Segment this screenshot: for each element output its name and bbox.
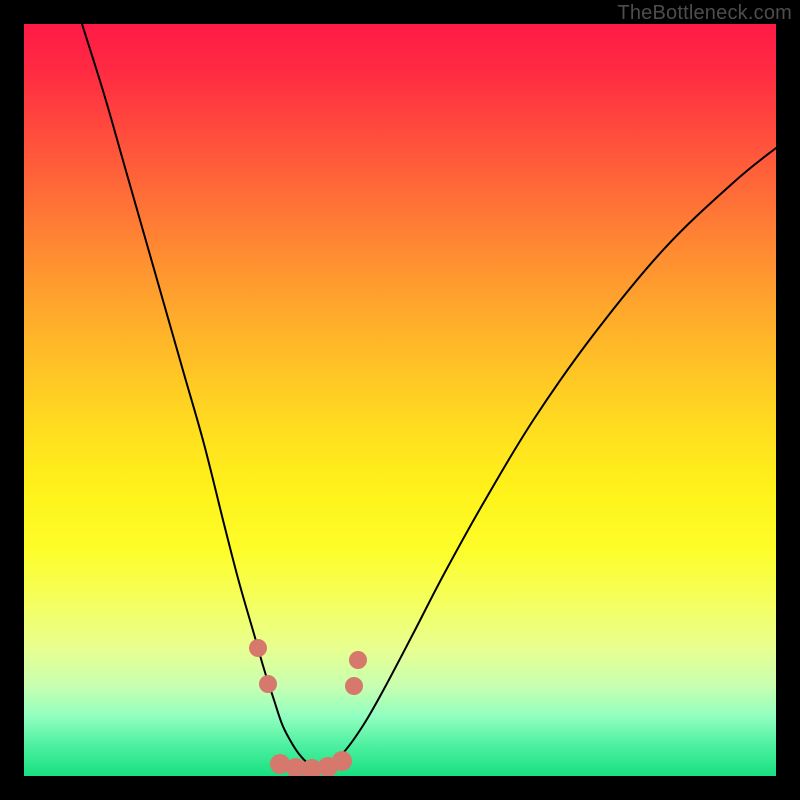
right-dot-upper [349, 651, 367, 669]
left-dot-upper [249, 639, 267, 657]
left-dot-lower [259, 675, 277, 693]
floor-dot-5 [332, 751, 352, 771]
chart-plot-area [24, 24, 776, 776]
curve-markers [249, 639, 367, 776]
watermark-text: TheBottleneck.com [617, 2, 792, 25]
right-dot-lower [345, 677, 363, 695]
bottleneck-curve [82, 24, 776, 768]
curve-layer [24, 24, 776, 776]
